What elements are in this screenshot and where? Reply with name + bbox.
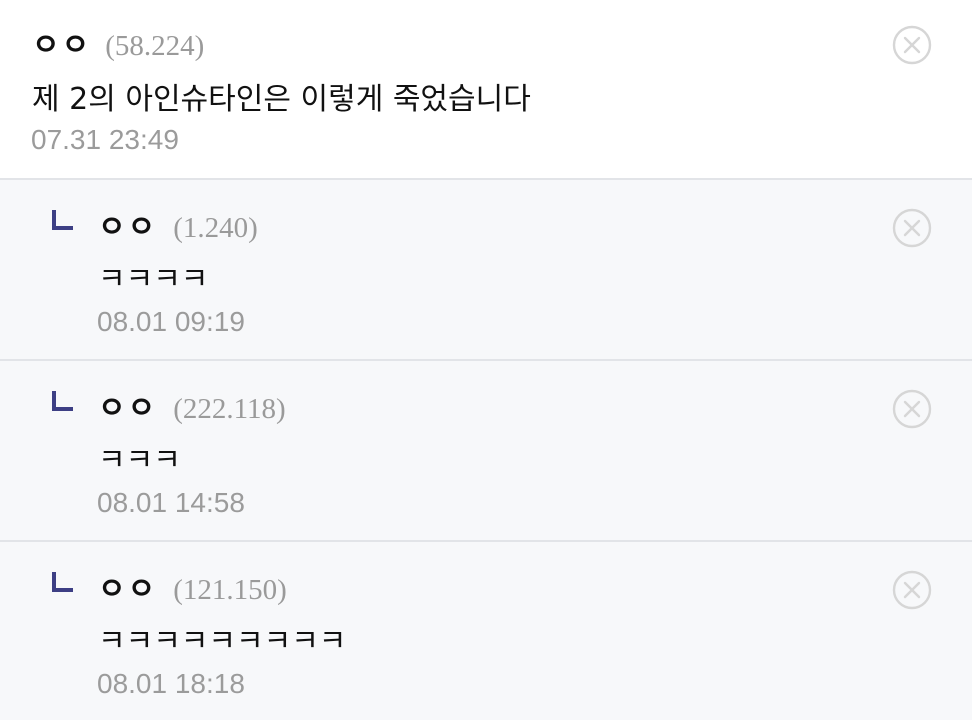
close-circle-icon [892, 208, 932, 248]
delete-button[interactable] [892, 208, 932, 248]
reply-date: 08.01 09:19 [97, 306, 245, 337]
comment-item: ㅇㅇ (58.224) 제 2의 아인슈타인은 이렇게 죽었습니다 07.31 … [0, 0, 972, 178]
reply-item: ㅇㅇ (1.240) ㅋㅋㅋㅋ 08.01 09:19 [0, 178, 972, 360]
close-circle-icon [892, 570, 932, 610]
reply-arrow-icon [52, 391, 74, 413]
delete-button[interactable] [892, 570, 932, 610]
reply-ip: (121.150) [173, 574, 287, 606]
comment-list: ㅇㅇ (58.224) 제 2의 아인슈타인은 이렇게 죽었습니다 07.31 … [0, 0, 972, 720]
close-circle-icon [892, 389, 932, 429]
reply-meta: ㅇㅇ (121.150) [98, 564, 287, 607]
reply-meta: ㅇㅇ (1.240) [98, 202, 258, 245]
reply-ip: (222.118) [173, 393, 286, 425]
comment-meta: ㅇㅇ (58.224) [32, 20, 205, 63]
reply-content: ㅋㅋㅋㅋ [98, 262, 209, 297]
delete-button[interactable] [892, 25, 932, 65]
reply-ip: (1.240) [173, 212, 258, 244]
reply-date: 08.01 18:18 [97, 668, 245, 699]
close-circle-icon [892, 25, 932, 65]
comment-content: 제 2의 아인슈타인은 이렇게 죽었습니다 [32, 82, 531, 117]
reply-date: 08.01 14:58 [97, 487, 245, 518]
reply-content: ㅋㅋㅋ [98, 443, 181, 478]
reply-arrow-icon [52, 210, 74, 232]
comment-ip: (58.224) [105, 30, 205, 62]
delete-button[interactable] [892, 389, 932, 429]
comment-nickname[interactable]: ㅇㅇ [32, 20, 91, 64]
reply-nickname[interactable]: ㅇㅇ [98, 202, 157, 246]
reply-nickname[interactable]: ㅇㅇ [98, 383, 157, 427]
reply-nickname[interactable]: ㅇㅇ [98, 564, 157, 608]
reply-content: ㅋㅋㅋㅋㅋㅋㅋㅋㅋ [98, 624, 347, 659]
reply-meta: ㅇㅇ (222.118) [98, 383, 286, 426]
reply-item: ㅇㅇ (121.150) ㅋㅋㅋㅋㅋㅋㅋㅋㅋ 08.01 18:18 [0, 540, 972, 720]
reply-arrow-icon [52, 572, 74, 594]
reply-item: ㅇㅇ (222.118) ㅋㅋㅋ 08.01 14:58 [0, 359, 972, 541]
comment-date: 07.31 23:49 [31, 124, 179, 155]
